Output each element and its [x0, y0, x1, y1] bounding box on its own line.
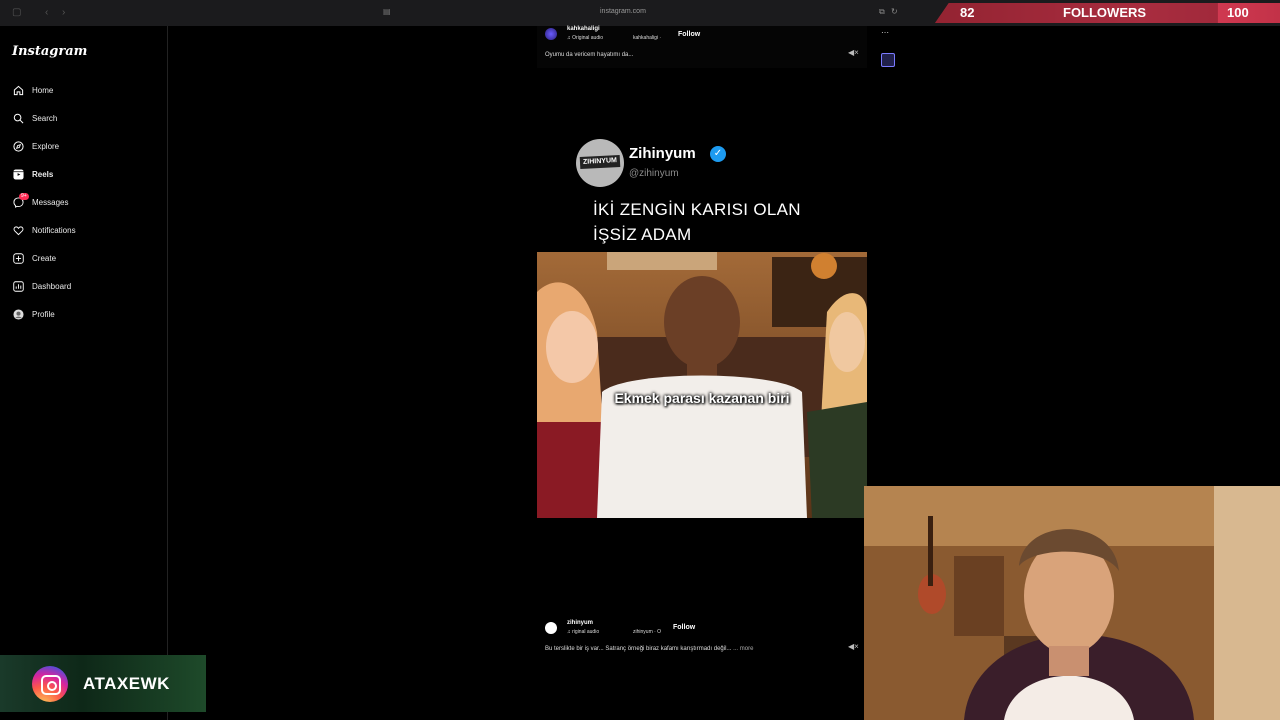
more-options-icon[interactable]: ⋯ — [881, 28, 889, 37]
webcam-feed — [864, 486, 1280, 720]
reel-audio-label: Original audio — [572, 35, 603, 41]
back-icon[interactable]: ‹ — [45, 7, 48, 18]
sidebar-item-search[interactable]: Search — [12, 108, 57, 128]
followers-goal: 100 — [1227, 5, 1249, 20]
tweet-author-avatar: ZIHINYUM — [576, 139, 624, 187]
search-icon — [12, 112, 24, 124]
sidebar-item-home[interactable]: Home — [12, 80, 53, 100]
sidebar-item-label: Profile — [32, 309, 55, 319]
sidebar-item-label: Create — [32, 253, 57, 263]
reel-caption-text: Bu terslikte bir iş var... Satranç örneğ… — [545, 646, 732, 652]
reel-author-username[interactable]: zihinyum — [567, 620, 593, 626]
sidebar-item-messages[interactable]: 9+ Messages — [12, 192, 68, 212]
reel-author-username[interactable]: kahkahaligi — [567, 26, 600, 32]
reel-audio[interactable]: ♫ riginal audio — [567, 629, 599, 635]
sidebar-item-label: Notifications — [32, 225, 76, 235]
page-settings-icon[interactable]: ▤ — [383, 7, 391, 16]
follow-button[interactable]: Follow — [673, 29, 705, 40]
sidebar-item-profile[interactable]: Profile — [12, 304, 55, 324]
tweet-text-line: İŞSİZ ADAM — [593, 225, 692, 244]
tweet-avatar-text: ZIHINYUM — [579, 154, 621, 170]
streamer-webcam — [864, 486, 1280, 720]
sidebar-item-label: Reels — [32, 169, 54, 179]
followers-goal-overlay: 82 FOLLOWERS 100 — [935, 3, 1280, 23]
streamer-channel-badge: ATAXEWK — [0, 655, 206, 712]
sidebar-item-dashboard[interactable]: Dashboard — [12, 276, 71, 296]
heart-icon — [12, 224, 24, 236]
sidebar-item-label: Explore — [32, 141, 60, 151]
sidebar-toggle-icon[interactable]: ▢ — [12, 7, 21, 18]
sidebar-item-create[interactable]: Create — [12, 248, 56, 268]
reels-icon — [12, 168, 24, 180]
plus-square-icon — [12, 252, 24, 264]
previous-reel-info: kahkahaligi ♫ Original audio kahkahaligi… — [537, 26, 867, 68]
tweet-text: İKİ ZENGİN KARISI OLAN İŞSİZ ADAM — [593, 197, 801, 247]
mute-icon[interactable]: ◀︎× — [848, 48, 859, 57]
sidebar-item-explore[interactable]: Explore — [12, 136, 59, 156]
forward-icon[interactable]: › — [62, 7, 65, 18]
dashboard-icon — [12, 280, 24, 292]
audio-thumbnail-icon[interactable] — [881, 53, 895, 67]
reel-audio-user[interactable]: zihinyum · O — [633, 629, 661, 635]
mute-icon[interactable]: ◀︎× — [848, 642, 859, 651]
reel-author-avatar[interactable] — [545, 622, 557, 634]
translate-icon[interactable]: ⧉ — [879, 7, 885, 17]
video-frame-illustration — [537, 252, 867, 518]
channel-name: ATAXEWK — [83, 674, 170, 693]
profile-avatar-icon — [12, 308, 24, 320]
sidebar-item-label: Home — [32, 85, 54, 95]
sidebar-item-label: Dashboard — [32, 281, 72, 291]
reel-audio-user[interactable]: kahkahaligi · — [633, 35, 661, 41]
sidebar-item-label: Search — [32, 113, 58, 123]
video-caption: Ekmek parası kazanan biri — [614, 390, 790, 406]
tweet-author-name: Zihinyum — [629, 145, 696, 162]
verified-badge-icon: ✓ — [710, 146, 726, 162]
reel-video[interactable]: Ekmek parası kazanan biri — [537, 252, 867, 518]
reel-caption: Oyumu da vericem hayatımı da... — [545, 52, 634, 58]
instagram-logo-icon — [32, 666, 68, 702]
compass-icon — [12, 140, 24, 152]
messenger-icon: 9+ — [12, 193, 29, 208]
reel-caption: Bu terslikte bir iş var... Satranç örneğ… — [545, 646, 753, 652]
tweet-author-handle: @zihinyum — [629, 168, 679, 179]
sidebar-item-reels[interactable]: Reels — [12, 164, 53, 184]
followers-current: 82 — [960, 5, 975, 20]
reload-icon[interactable]: ↻ — [891, 7, 898, 16]
reel-audio[interactable]: ♫ Original audio — [567, 35, 603, 41]
messages-badge: 9+ — [19, 193, 29, 200]
sidebar-item-notifications[interactable]: Notifications — [12, 220, 76, 240]
home-icon — [12, 84, 24, 96]
instagram-sidebar: Instagram Home Search Explore Reels 9+ M… — [0, 26, 168, 720]
address-bar[interactable]: instagram.com — [600, 8, 646, 15]
reel-author-avatar[interactable] — [545, 28, 557, 40]
instagram-logo[interactable]: Instagram — [12, 44, 87, 59]
sidebar-item-label: Messages — [32, 197, 69, 207]
reel-audio-label: riginal audio — [572, 629, 600, 635]
tweet-text-line: İKİ ZENGİN KARISI OLAN — [593, 200, 801, 219]
follow-button[interactable]: Follow — [668, 622, 700, 633]
caption-more-link[interactable]: ... more — [733, 646, 753, 652]
followers-label: FOLLOWERS — [1063, 5, 1147, 20]
